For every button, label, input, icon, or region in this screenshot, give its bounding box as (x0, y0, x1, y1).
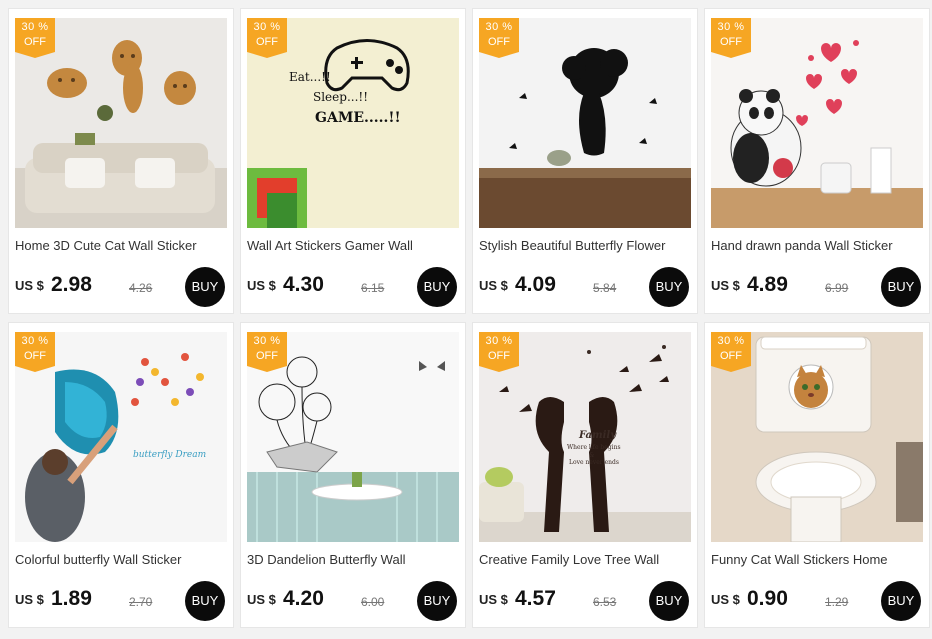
discount-percent: 30 % (717, 335, 745, 347)
product-card[interactable]: 30 % OFF 3D Dandelion Butterfly Wall US … (240, 322, 466, 628)
product-card[interactable]: Family Where life begins & Love never en… (472, 322, 698, 628)
product-card[interactable]: Eat...!! Sleep...!! GAME.....!! 30 % OFF… (240, 8, 466, 314)
product-image[interactable]: 30 % OFF (15, 18, 227, 228)
sale-price: 4.30 (283, 273, 324, 296)
discount-off-label: OFF (24, 36, 46, 48)
original-price: 2.70 (129, 595, 153, 609)
product-title[interactable]: Funny Cat Wall Stickers Home (711, 552, 925, 567)
discount-off-label: OFF (488, 350, 510, 362)
sale-price: 4.09 (515, 273, 556, 296)
currency-label: US $ (711, 592, 740, 607)
currency-label: US $ (15, 592, 44, 607)
product-image[interactable]: Eat...!! Sleep...!! GAME.....!! 30 % OFF (247, 18, 459, 228)
discount-percent: 30 % (253, 21, 281, 33)
product-card[interactable]: 30 % OFF Funny Cat Wall Stickers Home US… (704, 322, 930, 628)
original-price: 5.84 (593, 281, 617, 295)
product-card[interactable]: 30 % OFF Stylish Beautiful Butterfly Flo… (472, 8, 698, 314)
currency-label: US $ (479, 592, 508, 607)
buy-button[interactable]: BUY (417, 581, 457, 621)
badge-shape-icon (479, 18, 519, 58)
currency-label: US $ (247, 278, 276, 293)
discount-badge: 30 % OFF (15, 332, 55, 372)
product-card[interactable]: butterfly Dream 30 % OFF Colorful butter… (8, 322, 234, 628)
original-price: 6.15 (361, 281, 385, 295)
sale-price: 4.57 (515, 587, 556, 610)
original-price: 6.99 (825, 281, 849, 295)
buy-button[interactable]: BUY (649, 581, 689, 621)
discount-off-label: OFF (256, 36, 278, 48)
product-card[interactable]: 30 % OFF Hand drawn panda Wall Sticker U… (704, 8, 930, 314)
currency-label: US $ (479, 278, 508, 293)
discount-off-label: OFF (488, 36, 510, 48)
product-title[interactable]: Colorful butterfly Wall Sticker (15, 552, 229, 567)
discount-off-label: OFF (24, 350, 46, 362)
original-price: 4.26 (129, 281, 153, 295)
sale-price: 4.89 (747, 273, 788, 296)
sale-price: 2.98 (51, 273, 92, 296)
discount-badge: 30 % OFF (247, 18, 287, 58)
product-title[interactable]: Stylish Beautiful Butterfly Flower (479, 238, 693, 253)
badge-shape-icon (479, 332, 519, 372)
original-price: 1.29 (825, 595, 849, 609)
badge-shape-icon (247, 332, 287, 372)
discount-badge: 30 % OFF (479, 332, 519, 372)
currency-label: US $ (247, 592, 276, 607)
badge-shape-icon (711, 332, 751, 372)
discount-percent: 30 % (253, 335, 281, 347)
original-price: 6.53 (593, 595, 617, 609)
buy-button[interactable]: BUY (649, 267, 689, 307)
product-title[interactable]: Wall Art Stickers Gamer Wall (247, 238, 461, 253)
buy-button[interactable]: BUY (185, 267, 225, 307)
product-title[interactable]: Hand drawn panda Wall Sticker (711, 238, 925, 253)
discount-badge: 30 % OFF (247, 332, 287, 372)
product-title[interactable]: Creative Family Love Tree Wall (479, 552, 693, 567)
product-title[interactable]: 3D Dandelion Butterfly Wall (247, 552, 461, 567)
discount-percent: 30 % (21, 335, 49, 347)
product-grid: 30 % OFF Home 3D Cute Cat Wall Sticker U… (0, 0, 932, 639)
sale-price: 0.90 (747, 587, 788, 610)
product-image[interactable]: Family Where life begins & Love never en… (479, 332, 691, 542)
discount-badge: 30 % OFF (15, 18, 55, 58)
original-price: 6.00 (361, 595, 385, 609)
discount-badge: 30 % OFF (711, 18, 751, 58)
discount-badge: 30 % OFF (711, 332, 751, 372)
buy-button[interactable]: BUY (185, 581, 225, 621)
product-card[interactable]: 30 % OFF Home 3D Cute Cat Wall Sticker U… (8, 8, 234, 314)
product-title[interactable]: Home 3D Cute Cat Wall Sticker (15, 238, 229, 253)
product-image[interactable]: 30 % OFF (711, 18, 923, 228)
discount-percent: 30 % (717, 21, 745, 33)
currency-label: US $ (15, 278, 44, 293)
buy-button[interactable]: BUY (881, 267, 921, 307)
discount-badge: 30 % OFF (479, 18, 519, 58)
badge-shape-icon (711, 18, 751, 58)
discount-percent: 30 % (485, 21, 513, 33)
discount-percent: 30 % (485, 335, 513, 347)
sale-price: 1.89 (51, 587, 92, 610)
badge-shape-icon (247, 18, 287, 58)
discount-off-label: OFF (720, 36, 742, 48)
badge-shape-icon (15, 332, 55, 372)
discount-off-label: OFF (256, 350, 278, 362)
sale-price: 4.20 (283, 587, 324, 610)
badge-shape-icon (15, 18, 55, 58)
product-image[interactable]: 30 % OFF (711, 332, 923, 542)
currency-label: US $ (711, 278, 740, 293)
buy-button[interactable]: BUY (881, 581, 921, 621)
product-image[interactable]: 30 % OFF (479, 18, 691, 228)
product-image[interactable]: 30 % OFF (247, 332, 459, 542)
product-image[interactable]: butterfly Dream 30 % OFF (15, 332, 227, 542)
buy-button[interactable]: BUY (417, 267, 457, 307)
discount-off-label: OFF (720, 350, 742, 362)
discount-percent: 30 % (21, 21, 49, 33)
